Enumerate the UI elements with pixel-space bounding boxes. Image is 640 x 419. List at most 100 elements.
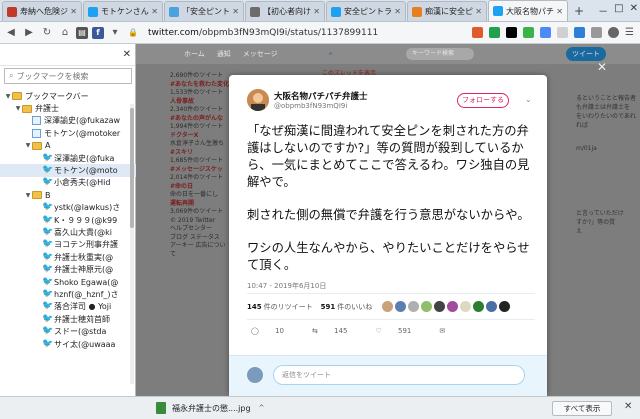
tweet-button[interactable]: ツイート <box>566 47 606 61</box>
extension-icon[interactable] <box>591 27 603 38</box>
nav-notifications[interactable]: 通知 <box>217 49 231 59</box>
tab-close-icon[interactable]: ✕ <box>473 7 482 16</box>
extension-icon[interactable] <box>489 27 501 38</box>
bookmark-item[interactable]: モトケン(@motoker <box>0 127 136 139</box>
bookmark-search-input[interactable] <box>16 71 117 81</box>
nav-messages[interactable]: メッセージ <box>243 49 278 59</box>
facebook-icon[interactable]: f <box>92 26 104 39</box>
bookmark-item[interactable]: 🐦 K・９９９(@k99 <box>0 214 136 226</box>
bookmark-item[interactable]: 🐦 サイ太(@uwaaa <box>0 338 136 350</box>
liker-avatar[interactable] <box>447 300 459 312</box>
tab-3[interactable]: 【初心者向け ✕ <box>245 1 325 21</box>
minimize-icon[interactable]: － <box>598 3 608 18</box>
sidebar-close-icon[interactable]: ✕ <box>123 49 131 60</box>
retweet-button[interactable]: ⇆ 145 <box>312 327 361 335</box>
tab-close-icon[interactable]: ✕ <box>68 7 77 16</box>
bookmark-item[interactable]: 🐦 深澤諭史(@fuka <box>0 152 136 164</box>
user-handle[interactable]: @obpmb3fN93mQI9i <box>274 102 347 110</box>
display-name[interactable]: 大阪名物パチパチ弁護士 <box>274 90 368 102</box>
follow-button[interactable]: フォローする <box>457 93 509 108</box>
bookmark-item[interactable]: 深澤諭史(@fukazaw <box>0 115 136 127</box>
bookmark-item[interactable]: 🐦 弁護士秋重実(@ <box>0 251 136 263</box>
tab-2[interactable]: 「安全ピント ✕ <box>164 1 244 21</box>
liker-avatar[interactable] <box>473 300 485 312</box>
bookmark-item[interactable]: 🐦 喜久山大貴(@ki <box>0 226 136 238</box>
trend-title[interactable]: #メッセージスケッ <box>170 166 230 175</box>
extension-icon[interactable] <box>574 27 586 38</box>
extension-icon[interactable] <box>608 27 620 38</box>
trend-title[interactable]: #スキリ <box>170 149 230 158</box>
tab-5[interactable]: 痴漢に安全ピ ✕ <box>407 1 487 21</box>
expand-toggle-icon[interactable]: ▼ <box>24 192 32 199</box>
liker-avatar[interactable] <box>460 300 472 312</box>
bookmark-item[interactable]: 🐦 落合洋司 ● Yoji <box>0 301 136 313</box>
trend-title[interactable]: ドクターX <box>170 132 230 141</box>
close-window-icon[interactable]: ✕ <box>630 3 638 18</box>
dm-button[interactable]: ✉ <box>439 327 459 335</box>
extension-icon[interactable] <box>557 27 569 38</box>
close-icon[interactable]: ✕ <box>624 401 632 412</box>
bookmark-item[interactable]: 🐦 スドー(@stda <box>0 325 136 337</box>
expand-toggle-icon[interactable]: ▼ <box>24 142 32 149</box>
like-total[interactable]: 591 <box>321 303 336 311</box>
home-icon[interactable]: ⌂ <box>58 26 72 40</box>
back-icon[interactable]: ◀ <box>4 26 18 40</box>
menu-icon[interactable]: ☰ <box>625 27 634 38</box>
trend-title[interactable]: 人骨事故 <box>170 98 230 107</box>
bookmark-folder[interactable]: ▼ ブックマークバー <box>0 90 136 102</box>
retweet-total[interactable]: 145 <box>247 303 262 311</box>
tab-6[interactable]: 大阪名物パチ ✕ <box>488 0 568 21</box>
address-bar[interactable]: twitter.com/obpmb3fN93mQI9i/status/11378… <box>148 28 378 38</box>
liker-avatar[interactable] <box>395 300 407 312</box>
tab-close-icon[interactable]: ✕ <box>392 7 401 16</box>
liker-avatar[interactable] <box>421 300 433 312</box>
liker-avatar[interactable] <box>408 300 420 312</box>
forward-icon[interactable]: ▶ <box>22 26 36 40</box>
bookmark-item[interactable]: 🐦 弁護士穂苅首師 <box>0 313 136 325</box>
chevron-down-icon[interactable]: ⌄ <box>525 95 532 104</box>
bookmark-item[interactable]: 🐦 小倉秀夫(@Hid <box>0 177 136 189</box>
download-filename[interactable]: 福永弁護士の懲....jpg <box>172 403 251 414</box>
trend-title[interactable]: 運転再開 <box>170 200 230 209</box>
tweet-timestamp[interactable]: 10:47 - 2019年6月10日 <box>247 281 326 291</box>
liker-avatar[interactable] <box>434 300 446 312</box>
tab-0[interactable]: 寿納へ危険ジ ✕ <box>2 1 82 21</box>
bookmark-item[interactable]: 🐦 ystk(@lawkus)さ <box>0 202 136 214</box>
like-button[interactable]: ♡ 591 <box>375 327 425 335</box>
modal-close-icon[interactable]: ✕ <box>597 60 607 74</box>
expand-toggle-icon[interactable]: ▼ <box>4 93 12 100</box>
liker-avatar[interactable] <box>499 300 511 312</box>
maximize-icon[interactable]: □ <box>614 3 623 18</box>
reply-button[interactable]: ◯ 10 <box>251 327 298 335</box>
liker-avatar[interactable] <box>382 300 394 312</box>
bookmark-search[interactable]: ⌕ <box>4 68 132 84</box>
nav-home[interactable]: ホーム <box>184 49 205 59</box>
bookmark-app-icon[interactable]: ▤ <box>76 26 88 39</box>
bookmark-menu-icon[interactable]: ▾ <box>108 26 122 40</box>
tab-close-icon[interactable]: ✕ <box>149 7 158 16</box>
bookmark-item[interactable]: 🐦 モトケン(@moto <box>0 164 136 177</box>
sidebar-scrollbar[interactable] <box>129 104 135 384</box>
bookmark-item[interactable]: 🐦 ヨコテン刑事弁護 <box>0 239 136 251</box>
tab-close-icon[interactable]: ✕ <box>311 7 320 16</box>
tab-1[interactable]: モトケンさん ✕ <box>83 1 163 21</box>
liker-avatar[interactable] <box>486 300 498 312</box>
extension-icon[interactable] <box>472 27 484 38</box>
reload-icon[interactable]: ↻ <box>40 26 54 40</box>
new-tab-button[interactable]: + <box>572 1 586 21</box>
trend-title[interactable]: #命の日 <box>170 183 230 192</box>
bookmark-folder[interactable]: ▼ 弁護士 <box>0 102 136 114</box>
expand-toggle-icon[interactable]: ▼ <box>14 105 22 112</box>
tab-close-icon[interactable]: ✕ <box>554 7 563 16</box>
reply-input[interactable]: 返信をツイート <box>273 365 525 385</box>
trend-title[interactable]: #あなたの声がんな <box>170 115 230 124</box>
bookmark-folder[interactable]: ▼ B <box>0 189 136 201</box>
bookmark-item[interactable]: 🐦 hznf(@_hznf_)さ <box>0 288 136 300</box>
chevron-up-icon[interactable]: ^ <box>259 404 265 412</box>
bookmark-item[interactable]: 🐦 Shoko Egawa(@ <box>0 276 136 288</box>
extension-icon[interactable] <box>523 27 535 38</box>
tab-4[interactable]: 安全ピントラ ✕ <box>326 1 406 21</box>
extension-icon[interactable] <box>506 27 518 38</box>
tab-close-icon[interactable]: ✕ <box>230 7 239 16</box>
avatar[interactable] <box>247 89 269 111</box>
